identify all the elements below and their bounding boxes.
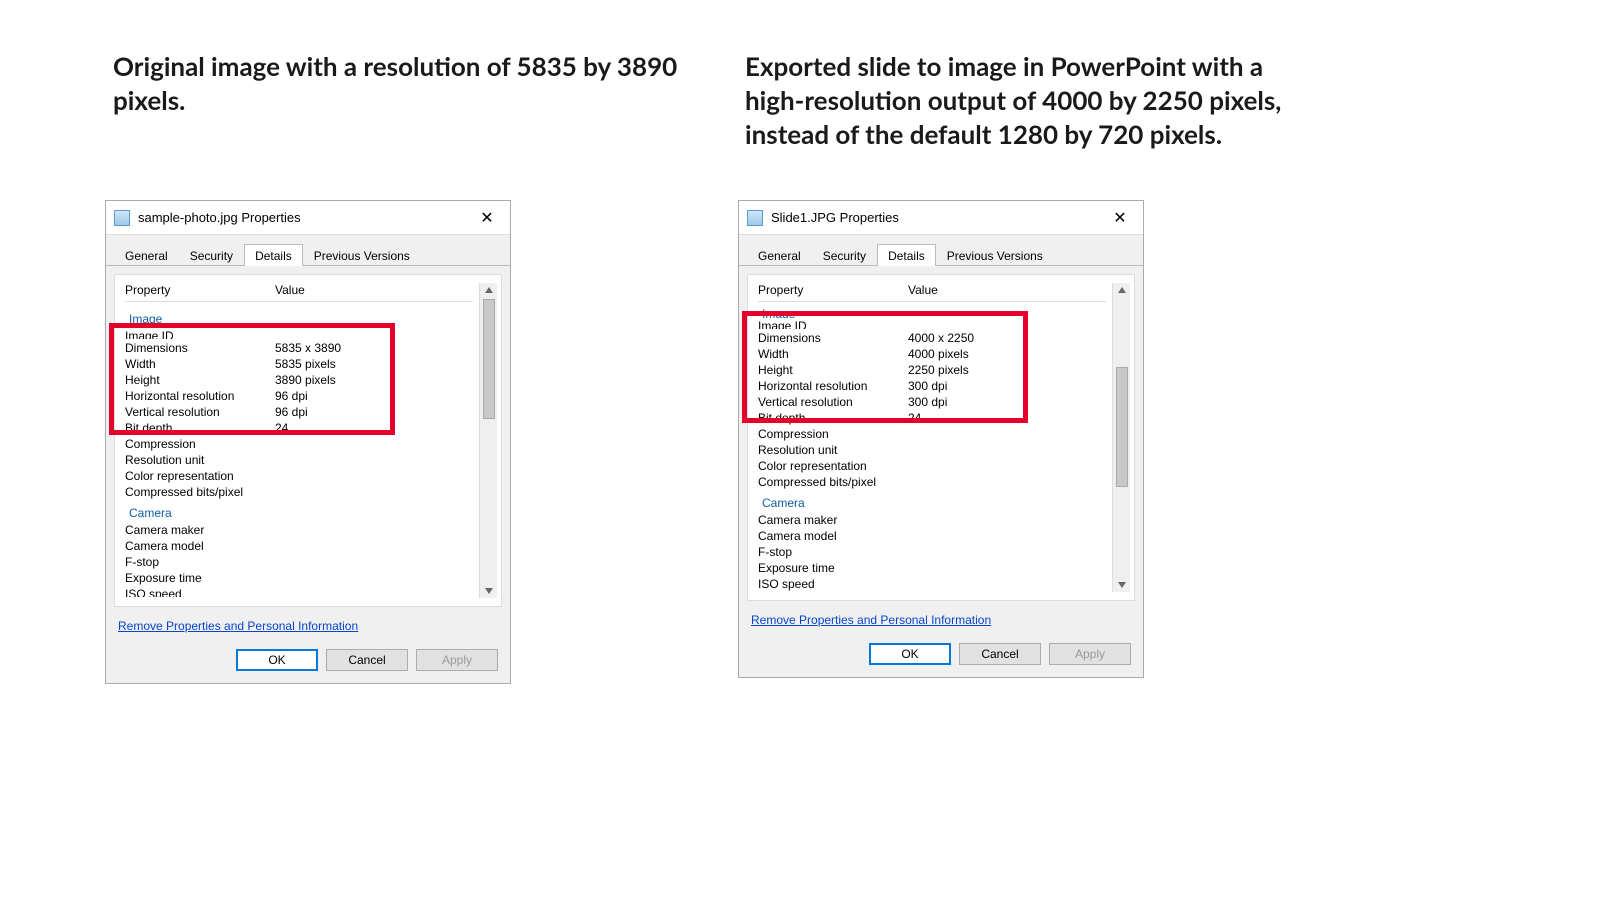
tabstrip: General Security Details Previous Versio…	[739, 235, 1143, 266]
titlebar: Slide1.JPG Properties ✕	[739, 201, 1143, 235]
remove-properties-link[interactable]: Remove Properties and Personal Informati…	[118, 619, 358, 633]
window-title: Slide1.JPG Properties	[771, 210, 1105, 225]
row-cammodel: Camera model	[758, 528, 1106, 544]
titlebar: sample-photo.jpg Properties ✕	[106, 201, 510, 235]
scroll-down-icon[interactable]	[485, 588, 493, 594]
row-width: Width5835 pixels	[125, 356, 473, 372]
row-vres: Vertical resolution96 dpi	[125, 404, 473, 420]
row-width: Width4000 pixels	[758, 346, 1106, 362]
scroll-thumb[interactable]	[1116, 367, 1128, 487]
close-icon[interactable]: ✕	[1105, 208, 1135, 228]
tabstrip: General Security Details Previous Versio…	[106, 235, 510, 266]
row-fstop: F-stop	[125, 554, 473, 570]
ok-button[interactable]: OK	[869, 643, 951, 665]
apply-button[interactable]: Apply	[1049, 643, 1131, 665]
button-row: OK Cancel Apply	[106, 643, 510, 683]
header-property: Property	[125, 283, 275, 297]
row-image-id: Image ID	[758, 318, 1106, 330]
row-bitdepth: Bit depth24	[758, 410, 1106, 426]
row-dimensions: Dimensions4000 x 2250	[758, 330, 1106, 346]
header-property: Property	[758, 283, 908, 297]
row-height: Height2250 pixels	[758, 362, 1106, 378]
row-cbpp: Compressed bits/pixel	[125, 484, 473, 500]
property-list: Property Value Image Image ID Dimensions…	[119, 283, 479, 598]
group-camera: Camera	[125, 500, 473, 522]
property-list: Property Value Image Image ID Dimensions…	[752, 283, 1112, 592]
cancel-button[interactable]: Cancel	[959, 643, 1041, 665]
row-resunit: Resolution unit	[125, 452, 473, 468]
row-hres: Horizontal resolution96 dpi	[125, 388, 473, 404]
close-icon[interactable]: ✕	[472, 208, 502, 228]
row-compression: Compression	[758, 426, 1106, 442]
row-hres: Horizontal resolution300 dpi	[758, 378, 1106, 394]
row-compression: Compression	[125, 436, 473, 452]
scrollbar[interactable]	[1112, 283, 1130, 592]
group-image-cut: Image	[758, 306, 1106, 318]
row-vres: Vertical resolution300 dpi	[758, 394, 1106, 410]
group-camera: Camera	[758, 490, 1106, 512]
tab-previous[interactable]: Previous Versions	[936, 244, 1054, 266]
tab-previous[interactable]: Previous Versions	[303, 244, 421, 266]
apply-button[interactable]: Apply	[416, 649, 498, 671]
scroll-up-icon[interactable]	[485, 287, 493, 293]
row-dimensions: Dimensions5835 x 3890	[125, 340, 473, 356]
row-image-id: Image ID	[125, 328, 473, 340]
caption-left: Original image with a resolution of 5835…	[113, 50, 703, 118]
row-height: Height3890 pixels	[125, 372, 473, 388]
details-panel: Property Value Image Image ID Dimensions…	[114, 274, 502, 607]
row-bitdepth: Bit depth24	[125, 420, 473, 436]
file-icon	[747, 210, 763, 226]
scrollbar[interactable]	[479, 283, 497, 598]
tab-security[interactable]: Security	[179, 244, 244, 266]
row-cammaker: Camera maker	[758, 512, 1106, 528]
tab-general[interactable]: General	[747, 244, 812, 266]
cancel-button[interactable]: Cancel	[326, 649, 408, 671]
row-iso: ISO speed	[125, 586, 473, 598]
header-value: Value	[275, 283, 473, 297]
properties-dialog-left: sample-photo.jpg Properties ✕ General Se…	[105, 200, 511, 684]
properties-dialog-right: Slide1.JPG Properties ✕ General Security…	[738, 200, 1144, 678]
ok-button[interactable]: OK	[236, 649, 318, 671]
tab-details[interactable]: Details	[877, 244, 936, 266]
scroll-thumb[interactable]	[483, 299, 495, 419]
link-row: Remove Properties and Personal Informati…	[739, 609, 1143, 637]
tab-security[interactable]: Security	[812, 244, 877, 266]
scroll-down-icon[interactable]	[1118, 582, 1126, 588]
row-colorrep: Color representation	[758, 458, 1106, 474]
group-image: Image	[125, 306, 473, 328]
header-value: Value	[908, 283, 1106, 297]
file-icon	[114, 210, 130, 226]
details-panel: Property Value Image Image ID Dimensions…	[747, 274, 1135, 601]
list-header: Property Value	[758, 283, 1106, 302]
row-fstop: F-stop	[758, 544, 1106, 560]
link-row: Remove Properties and Personal Informati…	[106, 615, 510, 643]
row-cammaker: Camera maker	[125, 522, 473, 538]
caption-right: Exported slide to image in PowerPoint wi…	[745, 50, 1305, 151]
remove-properties-link[interactable]: Remove Properties and Personal Informati…	[751, 613, 991, 627]
row-exptime: Exposure time	[758, 560, 1106, 576]
scroll-up-icon[interactable]	[1118, 287, 1126, 293]
row-exptime: Exposure time	[125, 570, 473, 586]
window-title: sample-photo.jpg Properties	[138, 210, 472, 225]
button-row: OK Cancel Apply	[739, 637, 1143, 677]
tab-general[interactable]: General	[114, 244, 179, 266]
list-header: Property Value	[125, 283, 473, 302]
row-resunit: Resolution unit	[758, 442, 1106, 458]
row-colorrep: Color representation	[125, 468, 473, 484]
tab-details[interactable]: Details	[244, 244, 303, 266]
row-iso: ISO speed	[758, 576, 1106, 592]
row-cammodel: Camera model	[125, 538, 473, 554]
row-cbpp: Compressed bits/pixel	[758, 474, 1106, 490]
